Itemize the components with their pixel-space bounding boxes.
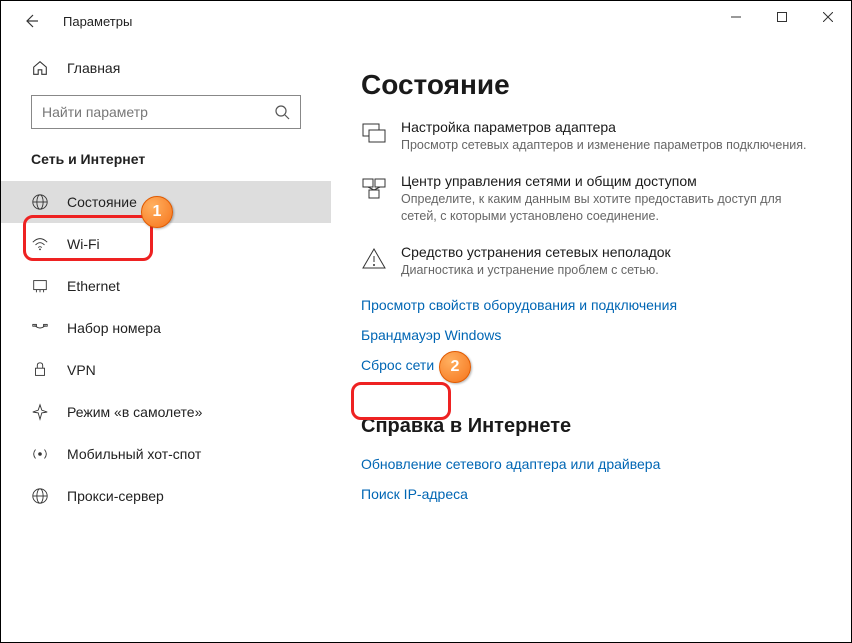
help-title: Справка в Интернете	[361, 415, 811, 438]
arrow-left-icon	[23, 13, 39, 29]
airplane-icon	[31, 403, 49, 421]
status-icon	[31, 193, 49, 211]
sidebar-category: Сеть и Интернет	[1, 151, 331, 181]
sidebar-item-label: Режим «в самолете»	[67, 404, 202, 420]
sidebar-item-label: Мобильный хот-спот	[67, 446, 201, 462]
link-hardware-properties[interactable]: Просмотр свойств оборудования и подключе…	[361, 297, 677, 313]
sidebar-item-label: VPN	[67, 362, 96, 378]
wifi-icon	[31, 235, 49, 253]
home-icon	[31, 59, 49, 77]
help-link-find-ip[interactable]: Поиск IP-адреса	[361, 486, 468, 502]
option-desc: Просмотр сетевых адаптеров и изменение п…	[401, 137, 806, 155]
sidebar-item-airplane[interactable]: Режим «в самолете»	[1, 391, 331, 433]
sidebar-item-proxy[interactable]: Прокси-сервер	[1, 475, 331, 517]
option-desc: Определите, к каким данным вы хотите пре…	[401, 191, 811, 226]
sidebar-item-vpn[interactable]: VPN	[1, 349, 331, 391]
option-troubleshoot[interactable]: Средство устранения сетевых неполадок Ди…	[361, 244, 811, 280]
option-adapter-settings[interactable]: Настройка параметров адаптера Просмотр с…	[361, 119, 811, 155]
minimize-button[interactable]	[713, 1, 759, 33]
minimize-icon	[731, 12, 741, 22]
sidebar-item-wifi[interactable]: Wi-Fi	[1, 223, 331, 265]
option-title: Средство устранения сетевых неполадок	[401, 244, 671, 260]
close-icon	[823, 12, 833, 22]
window-title: Параметры	[63, 14, 132, 29]
option-title: Центр управления сетями и общим доступом	[401, 173, 811, 189]
sidebar-item-hotspot[interactable]: Мобильный хот-спот	[1, 433, 331, 475]
close-button[interactable]	[805, 1, 851, 33]
link-firewall[interactable]: Брандмауэр Windows	[361, 327, 501, 343]
sidebar-item-label: Прокси-сервер	[67, 488, 164, 504]
sidebar-item-label: Набор номера	[67, 320, 161, 336]
maximize-button[interactable]	[759, 1, 805, 33]
hotspot-icon	[31, 445, 49, 463]
adapter-icon	[361, 121, 387, 147]
window-controls	[713, 1, 851, 33]
sidebar-item-status[interactable]: Состояние	[1, 181, 331, 223]
proxy-icon	[31, 487, 49, 505]
ethernet-icon	[31, 277, 49, 295]
search-input[interactable]: Найти параметр	[31, 95, 301, 129]
sidebar-item-dialup[interactable]: Набор номера	[1, 307, 331, 349]
vpn-icon	[31, 361, 49, 379]
back-button[interactable]	[21, 11, 41, 31]
sidebar-item-label: Ethernet	[67, 278, 120, 294]
sidebar-item-label: Wi-Fi	[67, 236, 100, 252]
help-link-update-adapter[interactable]: Обновление сетевого адаптера или драйвер…	[361, 456, 660, 472]
warning-icon	[361, 246, 387, 272]
option-desc: Диагностика и устранение проблем с сетью…	[401, 262, 671, 280]
dialup-icon	[31, 319, 49, 337]
link-network-reset[interactable]: Сброс сети	[361, 357, 434, 373]
page-title: Состояние	[361, 69, 811, 101]
titlebar: Параметры	[1, 1, 851, 41]
sidebar-item-label: Состояние	[67, 194, 137, 210]
maximize-icon	[777, 12, 787, 22]
sidebar-item-ethernet[interactable]: Ethernet	[1, 265, 331, 307]
sharing-icon	[361, 175, 387, 201]
search-placeholder: Найти параметр	[42, 104, 148, 120]
content: Состояние Настройка параметров адаптера …	[331, 41, 851, 642]
sidebar-home-label: Главная	[67, 60, 120, 76]
option-sharing-center[interactable]: Центр управления сетями и общим доступом…	[361, 173, 811, 226]
option-title: Настройка параметров адаптера	[401, 119, 806, 135]
sidebar-home[interactable]: Главная	[1, 51, 331, 85]
sidebar: Главная Найти параметр Сеть и Интернет С…	[1, 41, 331, 642]
search-icon	[274, 104, 290, 120]
